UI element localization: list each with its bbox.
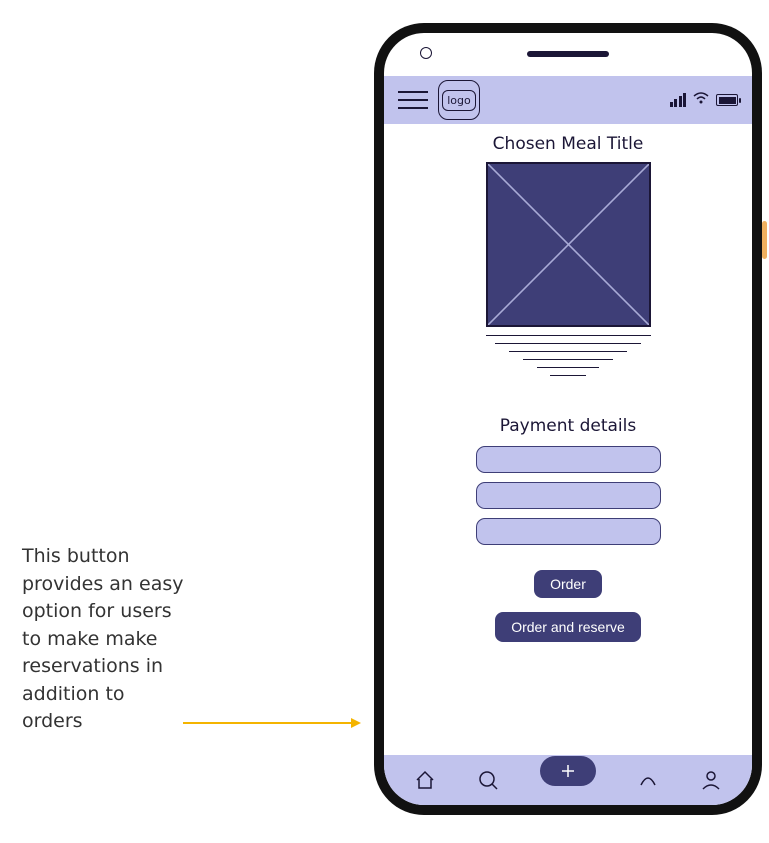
app-logo[interactable]: logo bbox=[438, 80, 480, 120]
phone-side-button bbox=[762, 221, 767, 259]
payment-field-1[interactable] bbox=[476, 446, 661, 473]
nav-add-button[interactable] bbox=[540, 756, 596, 786]
bottom-nav bbox=[384, 755, 752, 805]
order-and-reserve-button[interactable]: Order and reserve bbox=[495, 612, 641, 642]
app-header: logo bbox=[384, 76, 752, 124]
wifi-icon bbox=[693, 92, 709, 108]
phone-screen-bezel: logo bbox=[384, 33, 752, 805]
payment-field-2[interactable] bbox=[476, 482, 661, 509]
app-logo-label: logo bbox=[442, 90, 476, 111]
nav-profile-icon[interactable] bbox=[700, 769, 722, 791]
meal-description-placeholder bbox=[486, 335, 651, 376]
meal-image-placeholder bbox=[486, 162, 651, 327]
front-camera bbox=[420, 47, 432, 59]
annotation-arrow bbox=[183, 716, 361, 719]
order-button[interactable]: Order bbox=[534, 570, 602, 598]
screen: logo bbox=[384, 76, 752, 805]
menu-icon[interactable] bbox=[398, 91, 428, 109]
app-content: Chosen Meal Title Payment details Order … bbox=[384, 124, 752, 755]
speaker bbox=[527, 51, 609, 57]
meal-title: Chosen Meal Title bbox=[493, 134, 644, 154]
payment-field-3[interactable] bbox=[476, 518, 661, 545]
signal-icon bbox=[670, 93, 687, 107]
annotation-text: This button provides an easy option for … bbox=[22, 543, 187, 736]
payment-title: Payment details bbox=[500, 416, 636, 436]
status-icons bbox=[670, 92, 739, 108]
battery-icon bbox=[716, 94, 738, 106]
phone-frame: logo bbox=[374, 23, 762, 815]
nav-home-icon[interactable] bbox=[414, 769, 436, 791]
nav-search-icon[interactable] bbox=[477, 769, 499, 791]
nav-activity-icon[interactable] bbox=[637, 769, 659, 791]
